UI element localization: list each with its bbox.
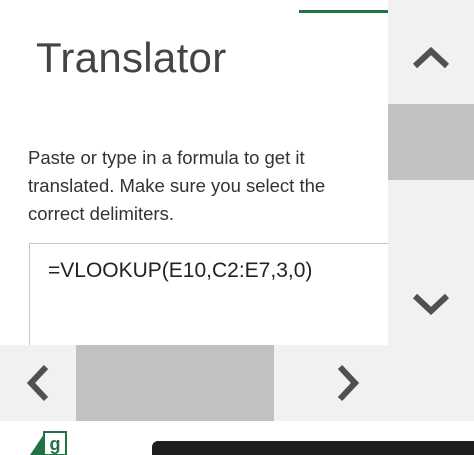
chevron-left-icon bbox=[26, 364, 49, 402]
vertical-scrollbar[interactable] bbox=[388, 0, 474, 345]
formula-input[interactable]: =VLOOKUP(E10,C2:E7,3,0) bbox=[29, 243, 389, 355]
dark-toolbar-strip bbox=[152, 441, 474, 455]
logo-letter: g bbox=[50, 434, 61, 454]
pane-title: Translator bbox=[36, 34, 227, 81]
horizontal-scroll-thumb[interactable] bbox=[76, 345, 274, 421]
translator-pane: Translator Paste or type in a formula to… bbox=[0, 0, 474, 455]
scroll-right-button[interactable] bbox=[310, 345, 386, 421]
horizontal-scrollbar[interactable] bbox=[0, 345, 388, 421]
scroll-up-button[interactable] bbox=[388, 28, 474, 88]
chevron-up-icon bbox=[412, 46, 450, 69]
scroll-down-button[interactable] bbox=[388, 274, 474, 334]
scrollbar-corner bbox=[388, 345, 474, 421]
scroll-left-button[interactable] bbox=[0, 345, 76, 421]
formula-input-value: =VLOOKUP(E10,C2:E7,3,0) bbox=[48, 259, 313, 282]
excel-logo-icon: g bbox=[30, 431, 67, 455]
chevron-right-icon bbox=[337, 364, 360, 402]
instructions-text: Paste or type in a formula to get it tra… bbox=[28, 147, 326, 224]
vertical-scroll-thumb[interactable] bbox=[388, 104, 474, 180]
chevron-down-icon bbox=[412, 293, 450, 316]
